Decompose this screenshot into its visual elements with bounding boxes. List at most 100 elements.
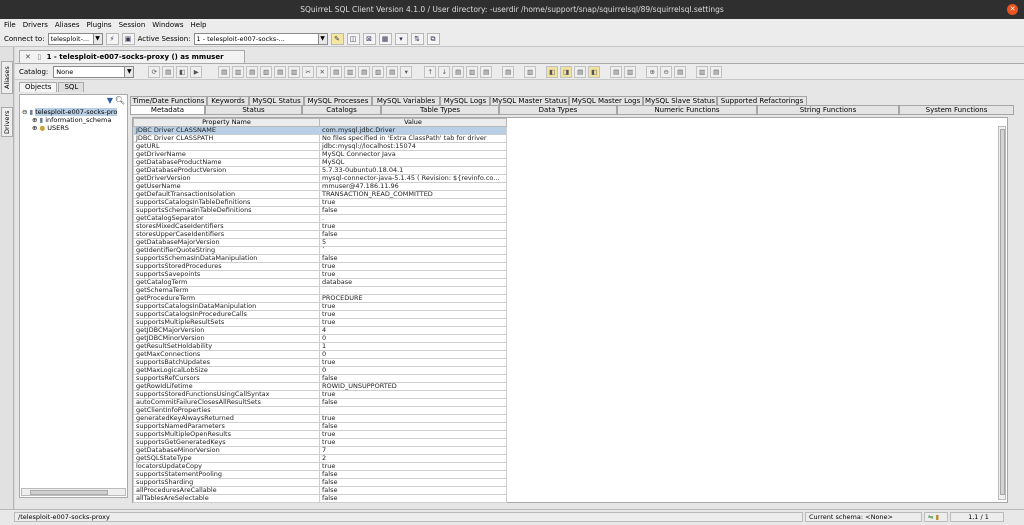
table-row[interactable]: supportsStoredFunctionsUsingCallSyntax tr… xyxy=(133,390,507,399)
property-name-cell[interactable]: supportsNamedParameters xyxy=(133,422,320,431)
property-name-cell[interactable]: getResultSetHoldability xyxy=(133,342,320,351)
column-header-property[interactable]: Property Name xyxy=(133,118,320,127)
table-row[interactable]: supportsNamedParameters false xyxy=(133,422,507,431)
property-name-cell[interactable]: getDriverVersion xyxy=(133,174,320,183)
property-name-cell[interactable]: getURL xyxy=(133,142,320,151)
menu-plugins[interactable]: Plugins xyxy=(86,19,111,31)
commit-icon[interactable]: ◫ xyxy=(346,32,360,45)
property-value-cell[interactable]: true xyxy=(319,318,507,327)
table-row[interactable]: supportsGetGeneratedKeys true xyxy=(133,438,507,447)
property-name-cell[interactable]: supportsCatalogsInTableDefinitions xyxy=(133,198,320,207)
table-row[interactable]: getSQLStateType 2 xyxy=(133,454,507,463)
table-vertical-scrollbar[interactable] xyxy=(998,126,1006,500)
filter-icon[interactable]: ▼ xyxy=(107,96,113,105)
property-value-cell[interactable]: 0 xyxy=(319,334,507,343)
cut-icon[interactable]: ✂ xyxy=(302,65,315,78)
property-value-cell[interactable]: false xyxy=(319,254,507,263)
table-row[interactable]: supportsCatalogsInProcedureCalls true xyxy=(133,310,507,319)
table-row[interactable]: locatorsUpdateCopy true xyxy=(133,462,507,471)
property-name-cell[interactable]: allTablesAreSelectable xyxy=(133,494,320,503)
property-value-cell[interactable]: 7 xyxy=(319,446,507,455)
property-name-cell[interactable]: supportsMultipleOpenResults xyxy=(133,430,320,439)
table-row[interactable]: supportsCatalogsInDataManipulation true xyxy=(133,302,507,311)
property-name-cell[interactable]: supportsGetGeneratedKeys xyxy=(133,438,320,447)
property-value-cell[interactable]: ROWID_UNSUPPORTED xyxy=(319,382,507,391)
property-value-cell[interactable]: false xyxy=(319,422,507,431)
table-row[interactable]: getDriverVersion mysql-connector-java-5.1… xyxy=(133,174,507,183)
property-value-cell[interactable]: false xyxy=(319,470,507,479)
scroll-thumb[interactable] xyxy=(1000,129,1005,495)
property-value-cell[interactable]: mmuser@47.186.11.96 xyxy=(319,182,507,191)
table-row[interactable]: getIdentifierQuoteString ` xyxy=(133,246,507,255)
property-value-cell[interactable]: PROCEDURE xyxy=(319,294,507,303)
toolbar-icon[interactable]: ▥ xyxy=(344,65,357,78)
property-value-cell[interactable]: 5 xyxy=(319,238,507,247)
table-row[interactable]: getDatabaseProductName MySQL xyxy=(133,158,507,167)
property-name-cell[interactable]: storesMixedCaseIdentifiers xyxy=(133,222,320,231)
chevron-down-icon[interactable]: ▼ xyxy=(124,66,134,77)
property-value-cell[interactable]: . xyxy=(319,214,507,223)
chevron-down-icon[interactable]: ▼ xyxy=(92,33,102,44)
table-row[interactable]: supportsSchemasInDataManipulation false xyxy=(133,254,507,263)
zoom-out-icon[interactable]: ⊖ xyxy=(660,65,673,78)
property-name-cell[interactable]: getProcedureTerm xyxy=(133,294,320,303)
property-value-cell[interactable]: MySQL xyxy=(319,158,507,167)
table-row[interactable]: generatedKeyAlwaysReturned true xyxy=(133,414,507,423)
menu-aliases[interactable]: Aliases xyxy=(55,19,80,31)
table-row[interactable]: getURL jdbc:mysql://localhost:15074 xyxy=(133,142,507,151)
property-value-cell[interactable]: TRANSACTION_READ_COMMITTED xyxy=(319,190,507,199)
property-name-cell[interactable]: getDriverName xyxy=(133,150,320,159)
toolbar-icon[interactable]: ▤ xyxy=(480,65,493,78)
property-value-cell[interactable]: false xyxy=(319,206,507,215)
property-name-cell[interactable]: supportsStatementPooling xyxy=(133,470,320,479)
property-value-cell[interactable]: false xyxy=(319,230,507,239)
filter-icon[interactable]: ▤ xyxy=(162,65,175,78)
refresh-icon[interactable]: ⟳ xyxy=(148,65,161,78)
property-name-cell[interactable]: getCatalogTerm xyxy=(133,278,320,287)
sql-icon[interactable]: ◧ xyxy=(176,65,189,78)
table-row[interactable]: storesUpperCaseIdentifiers false xyxy=(133,230,507,239)
property-name-cell[interactable]: getDatabaseProductVersion xyxy=(133,166,320,175)
table-row[interactable]: getUserName mmuser@47.186.11.96 xyxy=(133,182,507,191)
property-value-cell[interactable] xyxy=(319,286,507,295)
close-session-icon[interactable]: ⊠ xyxy=(362,32,376,45)
property-name-cell[interactable]: JDBC Driver CLASSNAME xyxy=(133,126,320,135)
property-value-cell[interactable]: com.mysql.jdbc.Driver xyxy=(319,126,507,135)
table-row[interactable]: getDatabaseMinorVersion 7 xyxy=(133,446,507,455)
property-name-cell[interactable]: supportsMultipleResultSets xyxy=(133,318,320,327)
property-name-cell[interactable]: getDefaultTransactionIsolation xyxy=(133,190,320,199)
table-row[interactable]: getCatalogTerm database xyxy=(133,278,507,287)
table-row[interactable]: autoCommitFailureClosesAllResultSets fals… xyxy=(133,398,507,407)
table-row[interactable]: JDBC Driver CLASSNAME com.mysql.jdbc.Driv… xyxy=(133,126,507,135)
property-value-cell[interactable]: No files specified in 'Extra ClassPath' … xyxy=(319,134,507,143)
collapsed-icon[interactable]: ⊕ xyxy=(32,116,37,124)
run-icon[interactable]: ▶ xyxy=(190,65,203,78)
window-arrange-icon[interactable]: ⧉ xyxy=(426,32,440,45)
arrow-up-icon[interactable]: ↑ xyxy=(424,65,437,78)
property-value-cell[interactable]: jdbc:mysql://localhost:15074 xyxy=(319,142,507,151)
toolbar-icon[interactable]: ▥ xyxy=(524,65,537,78)
catalog-select[interactable]: None ▼ xyxy=(53,65,135,78)
property-name-cell[interactable]: supportsSchemasInDataManipulation xyxy=(133,254,320,263)
property-name-cell[interactable]: supportsStoredFunctionsUsingCallSyntax xyxy=(133,390,320,399)
memory-icon[interactable]: ▮ xyxy=(936,513,940,521)
toolbar-icon[interactable]: ▥ xyxy=(372,65,385,78)
toolbar-icon[interactable]: ▤ xyxy=(610,65,623,78)
table-row[interactable]: allTablesAreSelectable false xyxy=(133,494,507,503)
toolbar-icon[interactable]: ▤ xyxy=(386,65,399,78)
table-row[interactable]: getDatabaseMajorVersion 5 xyxy=(133,238,507,247)
table-row[interactable]: JDBC Driver CLASSPATH No files specified … xyxy=(133,134,507,143)
property-value-cell[interactable]: 0 xyxy=(319,350,507,359)
connect-alias-select[interactable]: telesploit-... ▼ xyxy=(47,32,103,45)
toolbar-icon[interactable]: ▥ xyxy=(232,65,245,78)
table-row[interactable]: getCatalogSeparator. xyxy=(133,214,507,223)
property-name-cell[interactable]: getIdentifierQuoteString xyxy=(133,246,320,255)
tab-string-functions[interactable]: String Functions xyxy=(757,105,899,115)
property-value-cell[interactable]: ` xyxy=(319,246,507,255)
delete-icon[interactable]: ✕ xyxy=(316,65,329,78)
property-name-cell[interactable]: getRowIdLifetime xyxy=(133,382,320,391)
property-name-cell[interactable]: JDBC Driver CLASSPATH xyxy=(133,134,320,143)
table-row[interactable]: getDriverName MySQL Connector Java xyxy=(133,150,507,159)
table-row[interactable]: supportsSavepoints true xyxy=(133,270,507,279)
toolbar-icon[interactable]: ▤ xyxy=(274,65,287,78)
